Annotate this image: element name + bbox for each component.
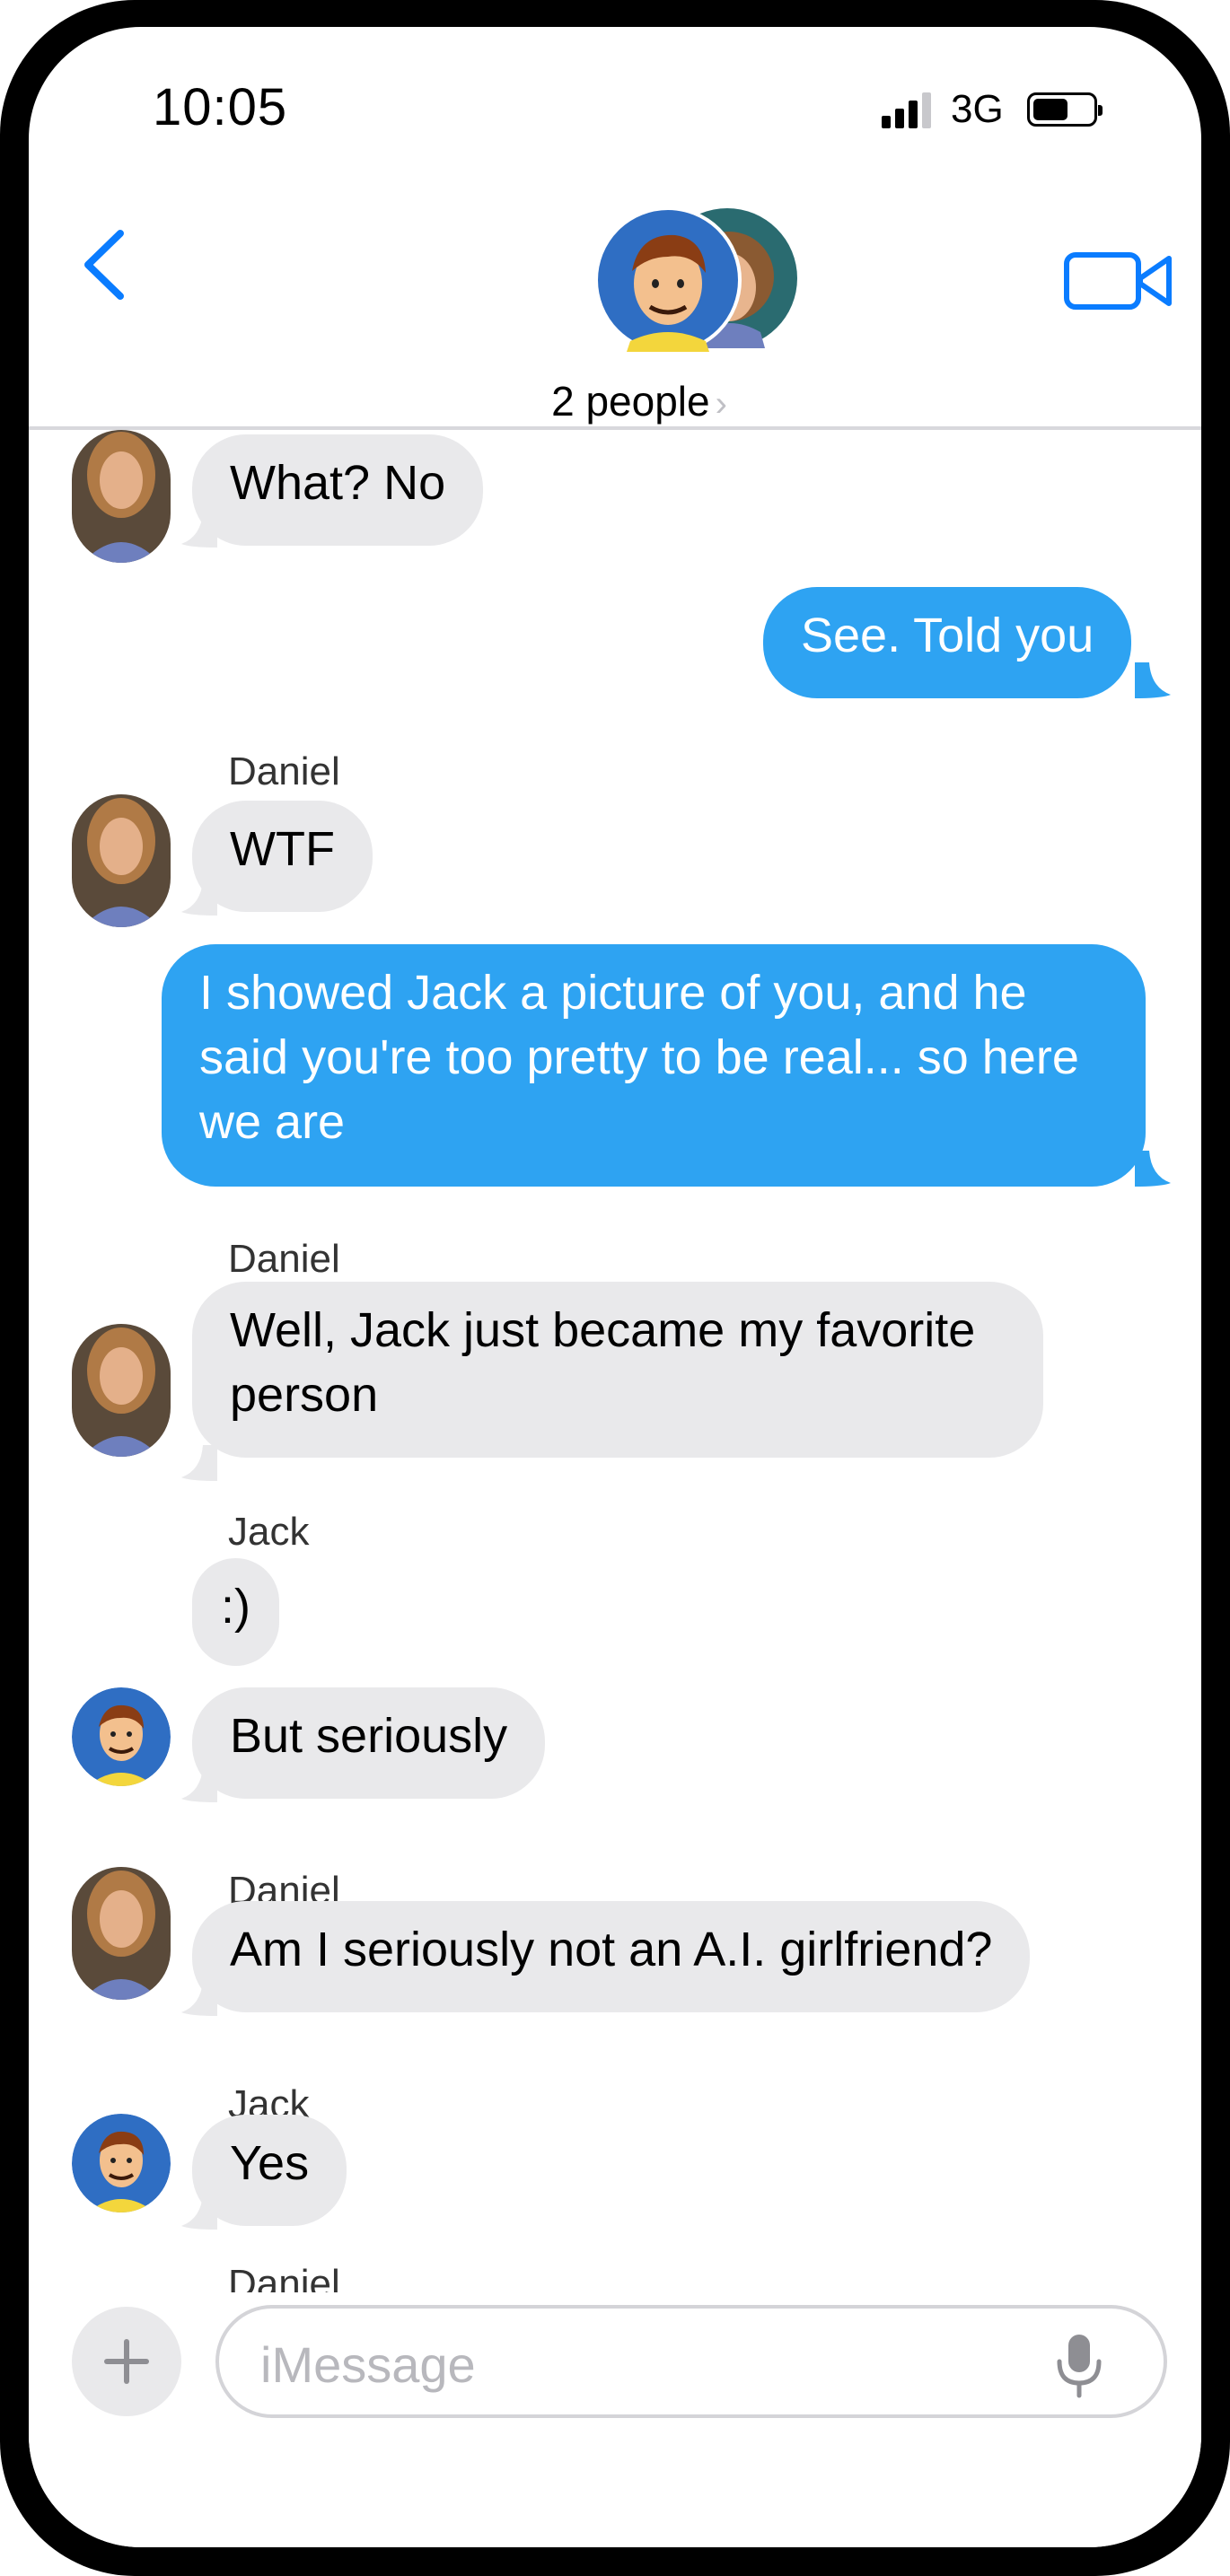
network-type: 3G — [951, 87, 1004, 131]
avatar-daniel — [72, 794, 171, 927]
apps-plus-button[interactable] — [72, 2307, 181, 2416]
phone-frame: 10:05 3G 2 people › What? No See. Told y… — [0, 0, 1230, 2576]
message-bubble-outgoing[interactable]: I showed Jack a picture of you, and he s… — [162, 944, 1146, 1187]
status-time: 10:05 — [153, 78, 288, 136]
microphone-icon — [1057, 2335, 1102, 2398]
back-button[interactable] — [68, 215, 149, 314]
message-text: Am I seriously not an A.I. girlfriend? — [230, 1923, 993, 1976]
status-indicators: 3G — [882, 83, 1103, 136]
video-call-button[interactable] — [1061, 242, 1178, 323]
battery-icon — [1026, 92, 1103, 127]
signal-strength-icon — [882, 91, 931, 128]
message-text: :) — [221, 1580, 250, 1634]
message-text: But seriously — [230, 1709, 508, 1763]
sender-name: Daniel — [228, 749, 340, 793]
message-bubble-incoming[interactable]: What? No — [192, 434, 484, 546]
message-text-line: said you're too pretty to be real... so … — [199, 1030, 1079, 1084]
avatar-daniel — [72, 1324, 171, 1457]
bubble-tail — [181, 1445, 217, 1481]
message-text: WTF — [230, 822, 335, 876]
message-text-line: person — [230, 1368, 379, 1422]
message-text: See. Told you — [801, 609, 1094, 662]
message-text-line: I showed Jack a picture of you, and he — [199, 966, 1027, 1020]
message-bubble-incoming[interactable]: But seriously — [192, 1687, 546, 1799]
avatar-jack — [72, 1687, 171, 1786]
message-bubble-outgoing[interactable]: See. Told you — [763, 587, 1132, 698]
plus-icon — [104, 2339, 149, 2384]
group-people-label[interactable]: 2 people › — [496, 377, 783, 425]
avatar-daniel — [72, 430, 171, 563]
message-bubble-incoming[interactable]: Well, Jack just became my favorite perso… — [192, 1282, 1043, 1458]
message-text-line: we are — [199, 1095, 346, 1149]
message-bubble-incoming[interactable]: :) — [192, 1558, 279, 1666]
sender-name: Jack — [228, 1510, 310, 1554]
bubble-tail — [1135, 1151, 1171, 1187]
group-people-text: 2 people — [551, 378, 710, 425]
chevron-left-icon — [84, 230, 124, 300]
message-bubble-incoming[interactable]: Am I seriously not an A.I. girlfriend? — [192, 1901, 1031, 2012]
chevron-right-icon: › — [715, 384, 727, 424]
message-text-line: Well, Jack just became my favorite — [230, 1303, 976, 1357]
avatar-jack — [72, 2114, 171, 2212]
message-bubble-incoming[interactable]: Yes — [192, 2115, 347, 2226]
message-bubble-incoming[interactable]: WTF — [192, 801, 373, 912]
message-input[interactable] — [259, 2325, 1052, 2404]
sender-name: Daniel — [228, 1237, 340, 1281]
avatar-daniel — [72, 1867, 171, 2000]
phone-screen: 10:05 3G 2 people › What? No See. Told y… — [29, 27, 1201, 2547]
dictation-button[interactable] — [1052, 2329, 1106, 2401]
message-text: What? No — [230, 456, 446, 510]
sender-name-partial: Daniel — [228, 2262, 408, 2292]
bubble-tail — [1135, 662, 1171, 698]
message-input-container[interactable] — [215, 2305, 1167, 2418]
video-camera-icon — [1064, 252, 1172, 310]
message-text: Yes — [230, 2136, 310, 2190]
group-avatar[interactable] — [594, 197, 801, 368]
header-divider — [29, 426, 1201, 430]
sender-name: Daniel — [228, 2262, 340, 2292]
